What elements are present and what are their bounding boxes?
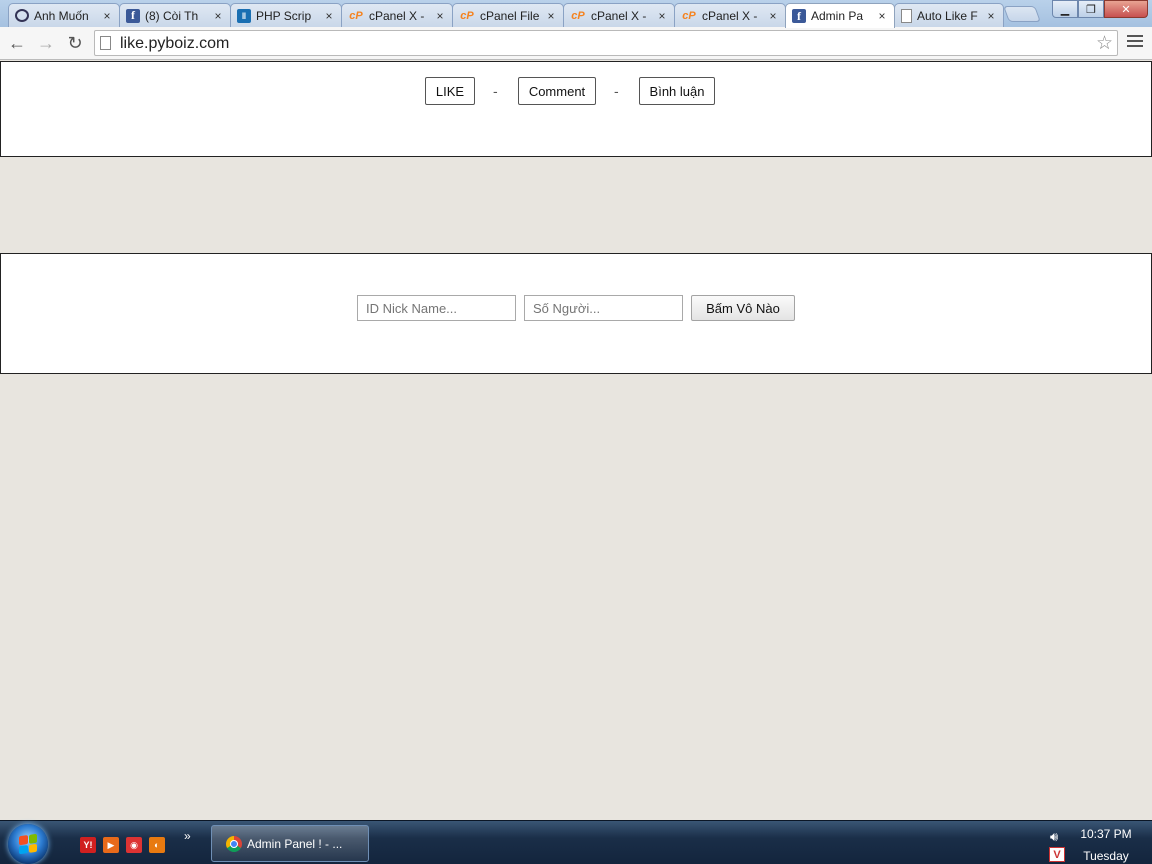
submit-button[interactable]: Bấm Vô Nào bbox=[691, 295, 795, 321]
close-window-button[interactable]: ✕ bbox=[1104, 0, 1148, 18]
taskbar: Y! ▶ ◉ ◐ » Admin Panel ! - ... 🔊︎ V 10:3… bbox=[0, 820, 1152, 864]
window-controls: ▁ ❐ ✕ bbox=[1052, 0, 1148, 18]
chevron-right-icon[interactable]: » bbox=[184, 829, 191, 843]
cpanel-icon: cP bbox=[682, 9, 696, 22]
tab-3[interactable]: ‖ PHP Scrip × bbox=[230, 3, 342, 27]
tab-label: cPanel X - bbox=[591, 8, 647, 23]
facebook-icon: f bbox=[126, 8, 140, 23]
clock-time: 10:37 PM bbox=[1080, 827, 1132, 841]
close-icon[interactable]: × bbox=[876, 9, 888, 23]
page-icon bbox=[100, 36, 111, 50]
comment-button[interactable]: Comment bbox=[518, 77, 596, 105]
minimize-button[interactable]: ▁ bbox=[1052, 0, 1078, 18]
forward-button[interactable]: → bbox=[35, 32, 57, 54]
binh-luan-button[interactable]: Bình luận bbox=[639, 77, 715, 105]
close-icon[interactable]: × bbox=[434, 9, 446, 23]
tab-label: PHP Scrip bbox=[256, 8, 312, 23]
tab-6[interactable]: cP cPanel X - × bbox=[563, 3, 675, 27]
browser-toolbar: ← → ↻ like.pyboiz.com ☆ bbox=[0, 27, 1152, 60]
tab-label: Admin Pa bbox=[811, 9, 864, 23]
document-icon bbox=[901, 8, 912, 23]
so-nguoi-input[interactable] bbox=[524, 295, 683, 321]
tab-label: (8) Còi Th bbox=[145, 8, 199, 23]
php-icon: ‖ bbox=[237, 8, 251, 23]
id-nick-name-input[interactable] bbox=[357, 295, 516, 321]
reload-icon: ↻ bbox=[67, 32, 83, 53]
close-icon[interactable]: × bbox=[323, 9, 335, 23]
close-icon[interactable]: × bbox=[545, 9, 557, 23]
tab-strip: Anh Muốn × f (8) Còi Th × ‖ PHP Scrip × … bbox=[0, 0, 1152, 28]
nav-panel: LIKE - Comment - Bình luận bbox=[0, 61, 1152, 157]
tab-2[interactable]: f (8) Còi Th × bbox=[119, 3, 231, 27]
facebook-icon: f bbox=[792, 9, 806, 23]
tab-admin-panel[interactable]: f Admin Pa × bbox=[785, 3, 895, 28]
tab-label: cPanel File bbox=[480, 8, 540, 23]
form-panel: Bấm Vô Nào bbox=[0, 253, 1152, 374]
address-bar[interactable]: like.pyboiz.com ☆ bbox=[94, 30, 1118, 56]
volume-icon[interactable]: 🔊︎ bbox=[1050, 829, 1058, 845]
tab-label: cPanel X - bbox=[702, 8, 758, 23]
chrome-icon bbox=[226, 835, 242, 852]
close-icon[interactable]: × bbox=[656, 9, 668, 23]
cpanel-icon: cP bbox=[349, 9, 363, 22]
taskbar-item-label: Admin Panel ! - ... bbox=[247, 836, 343, 851]
close-icon[interactable]: × bbox=[985, 9, 997, 23]
clock[interactable]: 10:37 PM Tuesday bbox=[1078, 827, 1134, 863]
tab-label: cPanel X - bbox=[369, 8, 425, 23]
tab-4[interactable]: cP cPanel X - × bbox=[341, 3, 453, 27]
back-arrow-icon: ← bbox=[8, 32, 26, 53]
ring-icon bbox=[15, 9, 29, 22]
restore-icon: ❐ bbox=[1086, 3, 1096, 16]
tab-label: Auto Like F bbox=[917, 8, 978, 23]
restore-button[interactable]: ❐ bbox=[1078, 0, 1104, 18]
cpanel-icon: cP bbox=[460, 9, 474, 22]
windows-logo-icon bbox=[19, 833, 37, 855]
forward-arrow-icon: → bbox=[37, 32, 55, 53]
tab-label: Anh Muốn bbox=[34, 8, 89, 23]
clock-day: Tuesday bbox=[1083, 849, 1129, 863]
close-icon[interactable]: × bbox=[767, 9, 779, 23]
tab-7[interactable]: cP cPanel X - × bbox=[674, 3, 786, 27]
app-icon[interactable]: ◉ bbox=[126, 837, 142, 853]
reload-button[interactable]: ↻ bbox=[64, 32, 86, 54]
back-button[interactable]: ← bbox=[6, 32, 28, 54]
close-icon[interactable]: × bbox=[101, 9, 113, 23]
separator: - bbox=[614, 83, 619, 99]
start-button[interactable] bbox=[8, 824, 48, 864]
bookmark-star-icon[interactable]: ☆ bbox=[1096, 32, 1113, 55]
minimize-icon: ▁ bbox=[1060, 3, 1070, 16]
url-text: like.pyboiz.com bbox=[120, 35, 230, 52]
menu-icon[interactable] bbox=[1127, 35, 1143, 51]
new-tab-button[interactable] bbox=[1003, 6, 1041, 22]
firefox-icon[interactable]: ◐ bbox=[149, 837, 165, 853]
cpanel-icon: cP bbox=[571, 9, 585, 22]
tab-5[interactable]: cP cPanel File × bbox=[452, 3, 564, 27]
media-player-icon[interactable]: ▶ bbox=[103, 837, 119, 853]
close-icon: ✕ bbox=[1121, 3, 1131, 16]
separator: - bbox=[493, 83, 498, 99]
antivirus-icon[interactable]: V bbox=[1049, 847, 1065, 862]
tab-1[interactable]: Anh Muốn × bbox=[8, 3, 120, 27]
taskbar-item-chrome[interactable]: Admin Panel ! - ... bbox=[211, 825, 369, 862]
close-icon[interactable]: × bbox=[212, 9, 224, 23]
like-button[interactable]: LIKE bbox=[425, 77, 475, 105]
tab-9[interactable]: Auto Like F × bbox=[894, 3, 1004, 27]
yahoo-icon[interactable]: Y! bbox=[80, 837, 96, 853]
